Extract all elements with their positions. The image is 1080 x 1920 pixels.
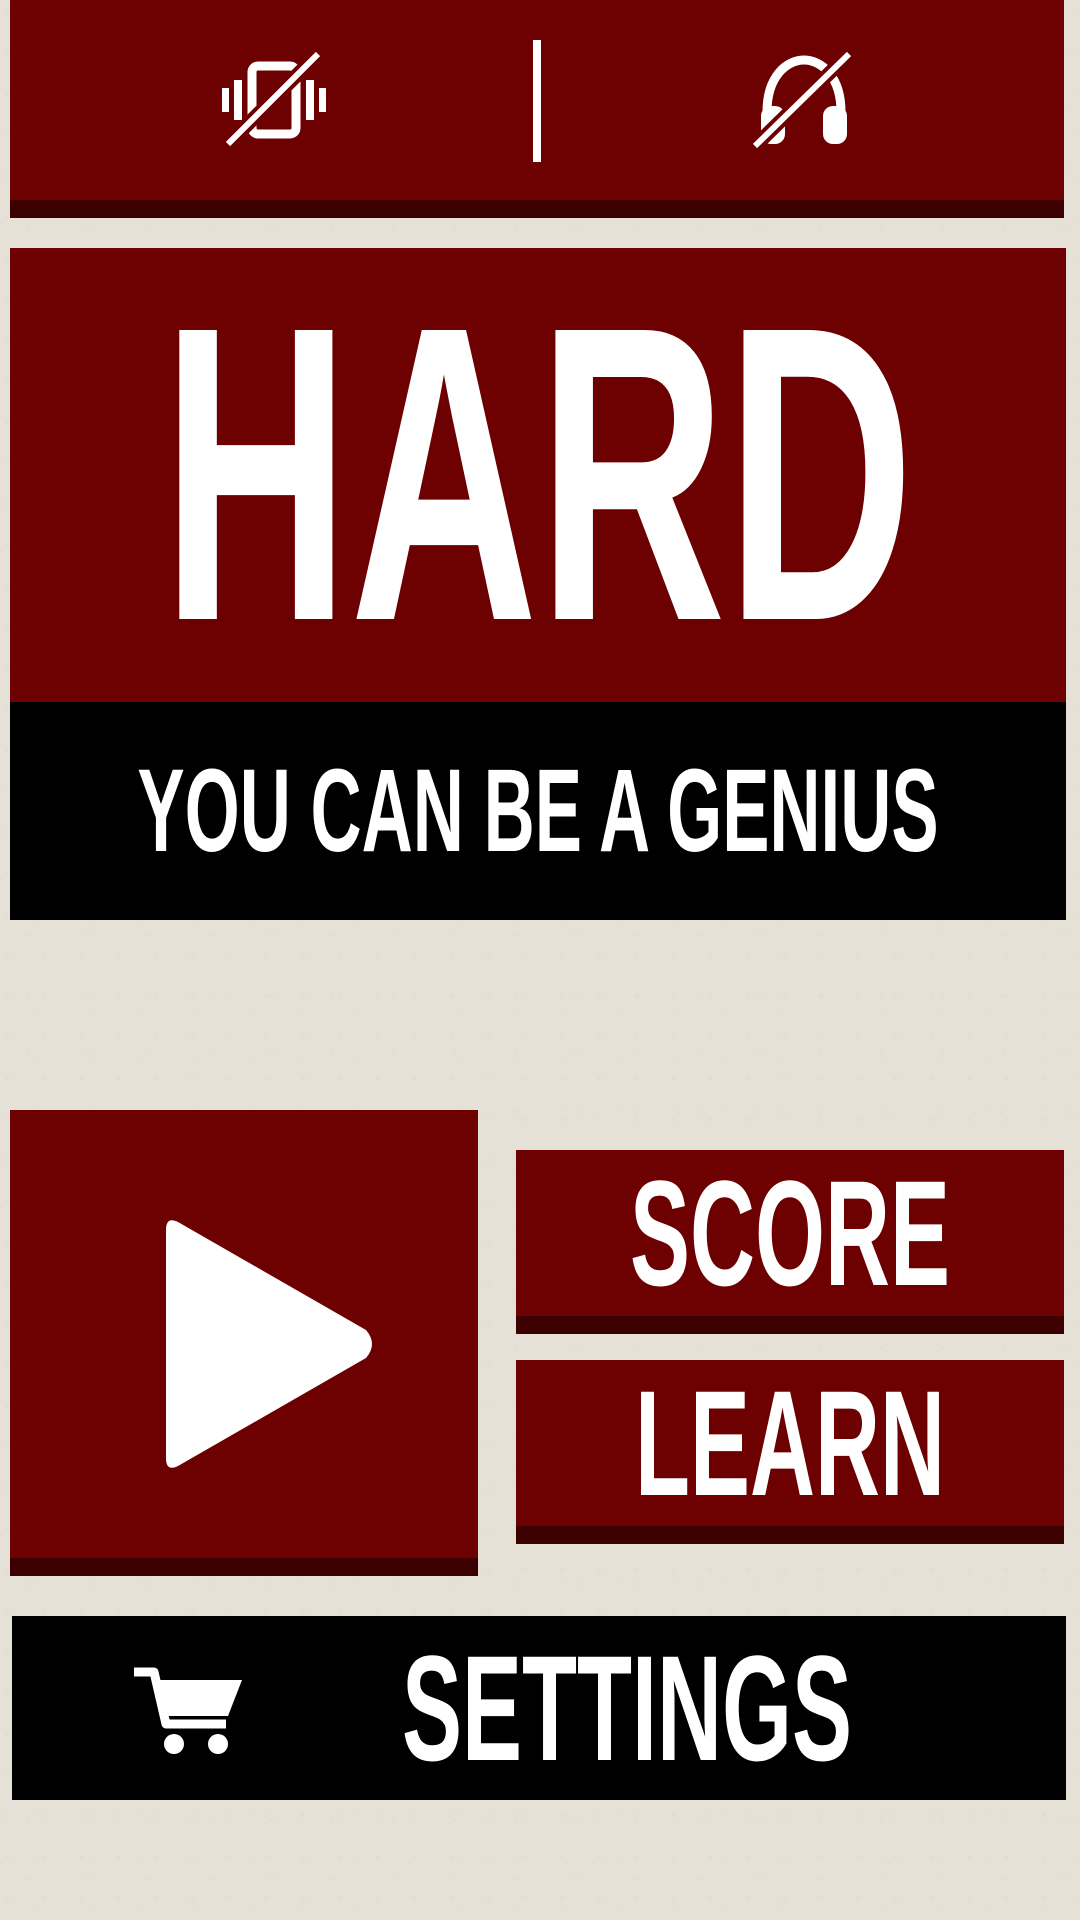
play-button[interactable] (10, 1110, 478, 1576)
play-icon (166, 1220, 372, 1468)
vibration-toggle-button[interactable] (10, 0, 538, 200)
shopping-cart-icon[interactable] (130, 1658, 246, 1762)
settings-button[interactable]: SETTINGS (12, 1616, 1066, 1800)
game-title: HARD (161, 240, 915, 709)
headphones-off-icon (750, 50, 854, 150)
settings-button-label: SETTINGS (401, 1623, 853, 1792)
learn-button[interactable]: LEARN (516, 1358, 1064, 1544)
toggle-divider (533, 40, 541, 162)
tagline-panel: YOU CAN BE A GENIUS (10, 702, 1066, 920)
top-toggle-bar (10, 0, 1064, 218)
game-tagline: YOU CAN BE A GENIUS (137, 745, 939, 877)
score-button-label: SCORE (629, 1148, 951, 1317)
title-panel: HARD (10, 248, 1066, 702)
learn-button-label: LEARN (635, 1358, 945, 1527)
vibration-off-icon (222, 50, 326, 149)
sound-toggle-button[interactable] (544, 0, 1064, 200)
score-button[interactable]: SCORE (516, 1148, 1064, 1334)
